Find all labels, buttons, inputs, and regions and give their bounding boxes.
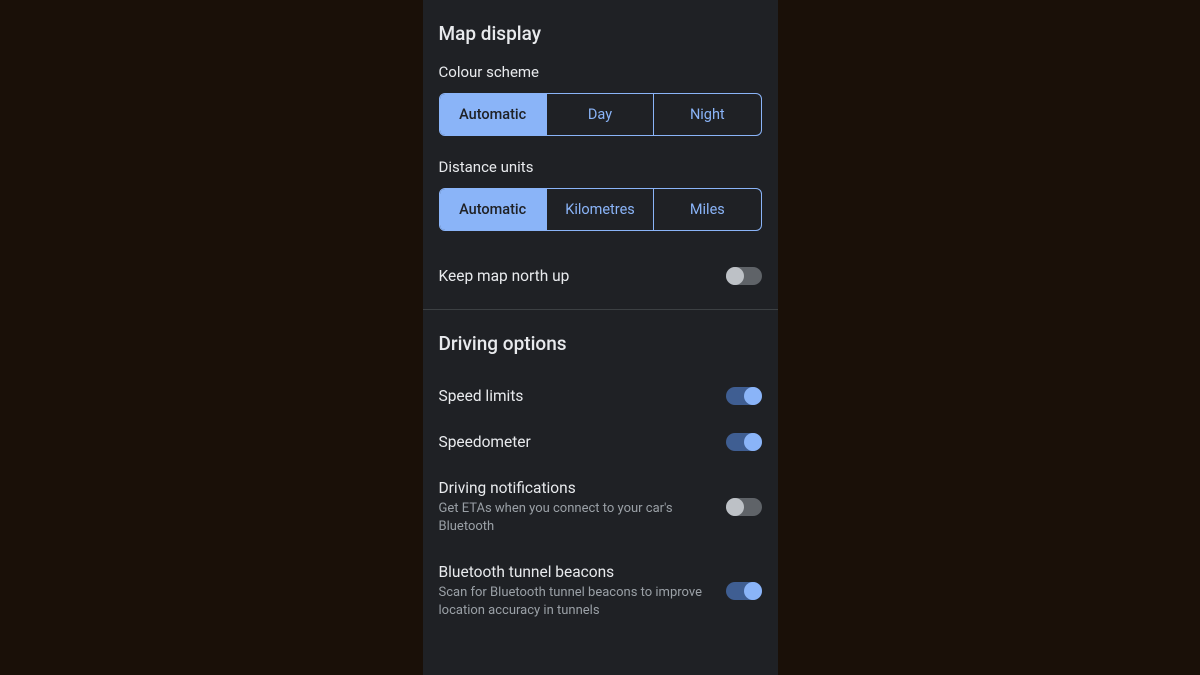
section-divider <box>423 309 778 310</box>
driving-notifications-row: Driving notifications Get ETAs when you … <box>439 465 762 549</box>
speed-limits-row: Speed limits <box>439 373 762 419</box>
speedometer-label: Speedometer <box>439 433 710 451</box>
bluetooth-tunnel-beacons-subtitle: Scan for Bluetooth tunnel beacons to imp… <box>439 584 710 619</box>
bluetooth-tunnel-beacons-row: Bluetooth tunnel beacons Scan for Blueto… <box>439 549 762 633</box>
driving-notifications-label: Driving notifications <box>439 479 710 497</box>
colour-scheme-automatic[interactable]: Automatic <box>440 94 547 135</box>
driving-notifications-subtitle: Get ETAs when you connect to your car's … <box>439 500 710 535</box>
colour-scheme-night[interactable]: Night <box>654 94 760 135</box>
distance-units-automatic[interactable]: Automatic <box>440 189 547 230</box>
speedometer-toggle[interactable] <box>726 433 762 451</box>
map-display-title: Map display <box>439 22 762 45</box>
colour-scheme-day[interactable]: Day <box>547 94 654 135</box>
distance-units-kilometres[interactable]: Kilometres <box>547 189 654 230</box>
driving-options-title: Driving options <box>439 332 762 355</box>
speed-limits-toggle[interactable] <box>726 387 762 405</box>
speedometer-row: Speedometer <box>439 419 762 465</box>
distance-units-label: Distance units <box>439 158 762 176</box>
keep-north-up-label: Keep map north up <box>439 267 710 285</box>
driving-notifications-toggle[interactable] <box>726 498 762 516</box>
colour-scheme-group: Automatic Day Night <box>439 93 762 136</box>
distance-units-miles[interactable]: Miles <box>654 189 760 230</box>
bluetooth-tunnel-beacons-label: Bluetooth tunnel beacons <box>439 563 710 581</box>
speed-limits-label: Speed limits <box>439 387 710 405</box>
bluetooth-tunnel-beacons-toggle[interactable] <box>726 582 762 600</box>
distance-units-group: Automatic Kilometres Miles <box>439 188 762 231</box>
keep-north-up-row: Keep map north up <box>439 253 762 299</box>
settings-panel: Map display Colour scheme Automatic Day … <box>423 0 778 675</box>
colour-scheme-label: Colour scheme <box>439 63 762 81</box>
keep-north-up-toggle[interactable] <box>726 267 762 285</box>
